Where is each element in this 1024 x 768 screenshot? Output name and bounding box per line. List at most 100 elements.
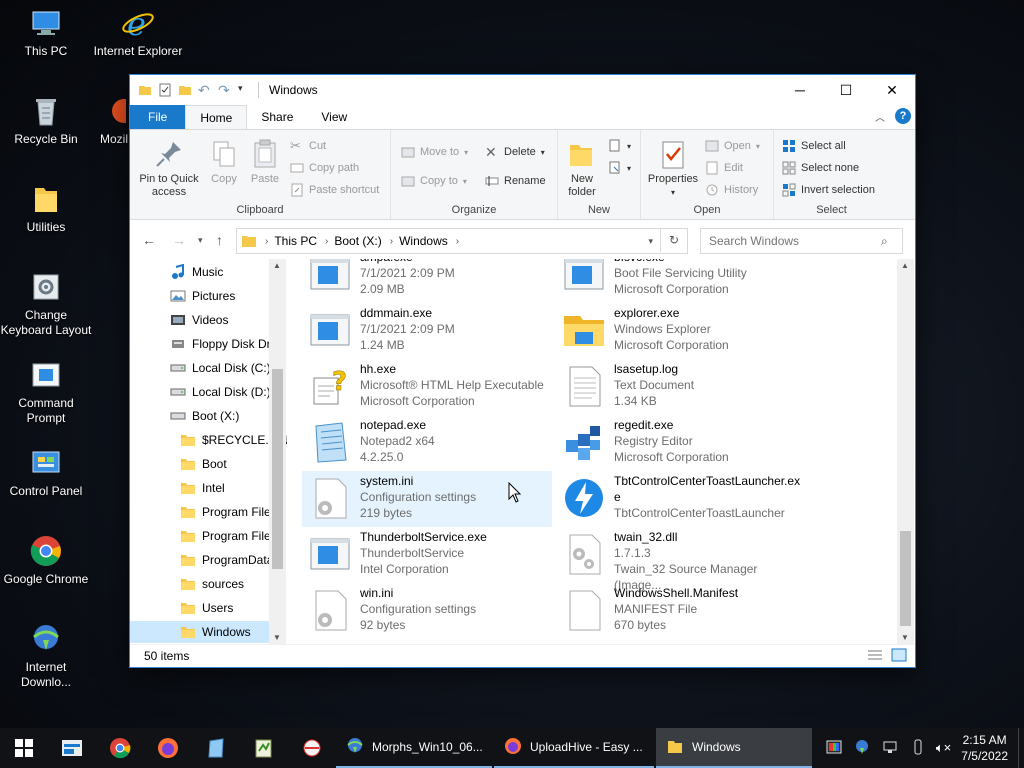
scrollbar-thumb[interactable] (272, 369, 283, 569)
taskbar-notepad-icon[interactable] (192, 728, 240, 768)
paste-shortcut-button[interactable]: Paste shortcut (290, 180, 379, 200)
clock[interactable]: 2:15 AM 7/5/2022 (961, 732, 1008, 764)
tiles-view-icon[interactable] (891, 648, 907, 665)
desktop-icon-this-pc[interactable]: This PC (0, 6, 92, 59)
file-tile[interactable]: explorer.exe Windows Explorer Microsoft Co… (556, 303, 806, 359)
select-all-button[interactable]: Select all (782, 136, 846, 156)
file-tile[interactable]: WindowsShell.Manifest MANIFEST File 670 by… (556, 583, 806, 639)
new-folder-button[interactable]: New folder (562, 138, 602, 199)
nav-item-recycle-bin[interactable]: $RECYCLE.BIN (130, 429, 287, 451)
redo-icon[interactable]: ↷ (218, 83, 232, 97)
recent-locations-chevron-icon[interactable]: ▾ (198, 235, 203, 246)
desktop-icon-mozilla[interactable]: Mozil (84, 94, 136, 147)
desktop-icon-recycle-bin[interactable]: Recycle Bin (0, 94, 92, 147)
collapse-ribbon-icon[interactable]: ︿ (875, 109, 885, 124)
search-box[interactable]: ⌕ (700, 228, 903, 254)
nav-item-floppy-disk-dri[interactable]: Floppy Disk Dri (130, 333, 273, 355)
history-button[interactable]: History (705, 180, 758, 200)
nav-item-programdata[interactable]: ProgramData (130, 549, 273, 571)
file-tile[interactable]: win.ini Configuration settings 92 bytes (302, 583, 552, 639)
cut-button[interactable]: ✂ Cut (290, 136, 326, 156)
back-arrow-icon[interactable]: ← (142, 232, 156, 248)
file-tile[interactable]: lsasetup.log Text Document 1.34 KB (556, 359, 806, 415)
nav-item-users[interactable]: Users (130, 597, 269, 619)
nav-item-local-disk-c[interactable]: Local Disk (C:) (130, 357, 271, 379)
nav-item-intel[interactable]: Intel (130, 477, 269, 499)
minimize-button[interactable]: ─ (777, 75, 823, 105)
tab-view[interactable]: View (307, 105, 361, 129)
file-tile[interactable]: ampa.exe7/1/2021 2:09 PM2.09 MB (302, 259, 552, 303)
edit-button[interactable]: Edit (705, 158, 743, 178)
details-view-icon[interactable] (867, 649, 883, 664)
easy-access-button[interactable]: ▾ (608, 158, 631, 178)
new-item-button[interactable]: ▾ (608, 136, 631, 156)
taskbar-app-uploadhive[interactable]: UploadHive - Easy ... (494, 728, 654, 768)
nav-item-boot[interactable]: Boot (130, 453, 269, 475)
copy-button[interactable]: Copy (206, 138, 242, 186)
search-icon[interactable]: ⌕ (881, 234, 888, 249)
file-tile[interactable]: TbtControlCenterToastLauncher.ex e TbtCont… (556, 471, 806, 527)
undo-icon[interactable]: ↶ (198, 83, 212, 97)
nav-item-music[interactable]: Music (130, 261, 269, 283)
address-bar[interactable]: › This PC › Boot (X:) › Windows › ▾ (236, 228, 688, 254)
content-scrollbar[interactable]: ▲ ▼ (897, 259, 914, 644)
title-bar[interactable]: ↶ ↷ ▾ Windows ─ ☐ ✕ (130, 75, 915, 105)
file-tile[interactable]: bfsvc.exeBoot File Servicing UtilityMicr… (556, 259, 806, 303)
scroll-down-icon[interactable]: ▼ (273, 633, 281, 642)
properties-button[interactable]: Properties ▾ (645, 138, 701, 199)
select-none-button[interactable]: Select none (782, 158, 859, 178)
open-button[interactable]: Open ▾ (705, 136, 760, 156)
tray-idm-icon[interactable] (854, 739, 870, 758)
scrollbar-thumb[interactable] (900, 531, 911, 626)
nav-item-boot-x[interactable]: Boot (X:) (130, 405, 269, 427)
desktop-icon-internet-explorer[interactable]: e Internet Explorer (92, 5, 184, 59)
nav-item-program-files[interactable]: Program Files (130, 501, 277, 523)
start-button[interactable] (0, 728, 48, 768)
refresh-icon[interactable]: ↻ (660, 228, 687, 252)
breadcrumb-boot[interactable]: Boot (X:) (334, 234, 381, 248)
breadcrumb-windows[interactable]: Windows (399, 234, 448, 248)
file-tile[interactable]: regedit.exe Registry Editor Microsoft Corp… (556, 415, 806, 471)
tab-file[interactable]: File (130, 105, 186, 129)
tray-network-icon[interactable] (882, 739, 898, 758)
properties-qat-icon[interactable] (158, 83, 172, 97)
file-tile[interactable]: notepad.exe Notepad2 x64 4.2.25.0 (302, 415, 552, 471)
nav-item-program-files[interactable]: Program Files (130, 525, 277, 547)
breadcrumb-this-pc[interactable]: This PC (274, 234, 317, 248)
paste-button[interactable]: Paste (246, 138, 284, 186)
nav-item-local-disk-d[interactable]: Local Disk (D:) (130, 381, 271, 403)
taskbar-app-windows-explorer[interactable]: Windows (656, 728, 812, 768)
close-button[interactable]: ✕ (869, 75, 915, 105)
navigation-scrollbar[interactable]: ▲ ▼ (269, 259, 286, 644)
desktop-icon-utilities[interactable]: Utilities (0, 182, 92, 235)
scroll-up-icon[interactable]: ▲ (901, 261, 909, 270)
scroll-up-icon[interactable]: ▲ (273, 261, 281, 270)
taskbar-app-morphs[interactable]: Morphs_Win10_06... (336, 728, 492, 768)
desktop-icon-command-prompt[interactable]: Command Prompt (0, 358, 92, 426)
address-dropdown-icon[interactable]: ▾ (648, 236, 653, 247)
customize-qat-icon[interactable]: ▾ (238, 83, 252, 97)
desktop-icon-change-keyboard-layout[interactable]: Change Keyboard Layout (0, 270, 92, 338)
pin-quick-access-button[interactable]: Pin to Quick access (136, 138, 202, 199)
tab-share[interactable]: Share (247, 105, 307, 129)
file-tile[interactable]: ThunderboltService.exe ThunderboltService… (302, 527, 552, 583)
new-folder-qat-icon[interactable] (178, 83, 192, 97)
help-icon[interactable]: ? (895, 108, 911, 124)
copy-path-button[interactable]: Copy path (290, 158, 359, 178)
nav-item-sources[interactable]: sources (130, 573, 269, 595)
taskbar-chrome-icon[interactable] (96, 728, 144, 768)
nav-item-pictures[interactable]: Pictures (130, 285, 269, 307)
taskbar-editor-icon[interactable] (240, 728, 288, 768)
tab-home[interactable]: Home (185, 105, 248, 129)
taskbar-utility-icon[interactable] (288, 728, 336, 768)
move-to-button[interactable]: Move to ▾ (401, 142, 468, 162)
invert-selection-button[interactable]: Invert selection (782, 180, 875, 200)
delete-button[interactable]: ✕ Delete ▾ (485, 142, 545, 162)
rename-button[interactable]: Rename (485, 171, 546, 191)
file-tile[interactable]: ddmmain.exe 7/1/2021 2:09 PM 1.24 MB (302, 303, 552, 359)
scroll-down-icon[interactable]: ▼ (901, 633, 909, 642)
desktop-icon-internet-download-manager[interactable]: Internet Downlo... (0, 622, 92, 690)
maximize-button[interactable]: ☐ (823, 75, 869, 105)
search-input[interactable] (701, 233, 881, 249)
tray-usb-icon[interactable] (910, 739, 926, 758)
